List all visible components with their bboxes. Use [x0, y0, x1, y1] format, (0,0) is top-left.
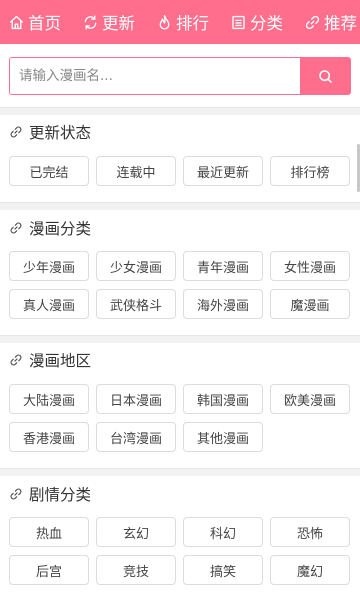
search-bar — [9, 57, 351, 95]
tag-list: 已完结 连载中 最近更新 排行榜 — [9, 156, 350, 186]
tag-item[interactable]: 少年漫画 — [9, 251, 89, 281]
divider — [0, 468, 360, 476]
link-icon — [10, 222, 22, 234]
tag-item[interactable]: 竞技 — [96, 555, 176, 585]
section-title: 更新状态 — [9, 121, 91, 143]
fire-icon — [159, 14, 170, 30]
tag-item[interactable]: 魔幻 — [270, 555, 350, 585]
category-page: 更新状态 已完结 连载中 最近更新 排行榜 漫画分类 少年漫画 少女漫画 青年漫… — [0, 44, 360, 600]
tag-recent[interactable]: 最近更新 — [183, 156, 263, 186]
top-nav: 首页 更新 排行 分类 推荐 — [0, 0, 360, 44]
tag-list: 大陆漫画 日本漫画 韩国漫画 欧美漫画 香港漫画 台湾漫画 其他漫画 — [9, 384, 350, 452]
nav-rank[interactable]: 排行 — [156, 10, 209, 34]
link-icon — [10, 354, 22, 366]
link-icon — [10, 126, 22, 138]
search-input[interactable] — [9, 57, 300, 95]
section-update-status: 更新状态 已完结 连载中 最近更新 排行榜 — [0, 115, 360, 203]
tag-ranking[interactable]: 排行榜 — [270, 156, 350, 186]
tag-list: 热血 玄幻 科幻 恐怖 后宫 竞技 搞笑 魔幻 — [9, 517, 350, 585]
nav-recommend[interactable]: 推荐 — [304, 10, 357, 34]
nav-home-label: 首页 — [28, 14, 61, 33]
link-icon — [305, 15, 320, 29]
nav-home[interactable]: 首页 — [8, 10, 61, 34]
divider — [0, 202, 360, 210]
tag-item[interactable]: 香港漫画 — [9, 422, 89, 452]
divider — [0, 107, 360, 115]
tag-item[interactable]: 青年漫画 — [183, 251, 263, 281]
search-button[interactable] — [300, 57, 351, 95]
link-icon — [10, 488, 22, 500]
tag-item[interactable]: 日本漫画 — [96, 384, 176, 414]
tag-item[interactable]: 欧美漫画 — [270, 384, 350, 414]
tag-item[interactable]: 科幻 — [183, 517, 263, 547]
nav-category-label: 分类 — [250, 14, 283, 33]
tag-item[interactable]: 韩国漫画 — [183, 384, 263, 414]
nav-rank-label: 排行 — [176, 14, 209, 33]
section-plot-category: 剧情分类 热血 玄幻 科幻 恐怖 后宫 竞技 搞笑 魔幻 — [0, 476, 360, 600]
tag-item[interactable]: 玄幻 — [96, 517, 176, 547]
tag-item[interactable]: 真人漫画 — [9, 289, 89, 319]
nav-update[interactable]: 更新 — [82, 10, 135, 34]
section-title: 漫画地区 — [9, 349, 91, 371]
section-title: 漫画分类 — [9, 217, 91, 239]
tag-item[interactable]: 少女漫画 — [96, 251, 176, 281]
tag-ongoing[interactable]: 连载中 — [96, 156, 176, 186]
section-comic-category: 漫画分类 少年漫画 少女漫画 青年漫画 女性漫画 真人漫画 武侠格斗 海外漫画 … — [0, 210, 360, 334]
tag-item[interactable]: 恐怖 — [270, 517, 350, 547]
section-title: 剧情分类 — [9, 483, 91, 505]
tag-item[interactable]: 魔漫画 — [270, 289, 350, 319]
tag-item[interactable]: 台湾漫画 — [96, 422, 176, 452]
tag-item[interactable]: 搞笑 — [183, 555, 263, 585]
search-icon — [319, 69, 332, 83]
divider — [0, 335, 360, 343]
tag-list: 少年漫画 少女漫画 青年漫画 女性漫画 真人漫画 武侠格斗 海外漫画 魔漫画 — [9, 251, 350, 319]
nav-update-label: 更新 — [102, 14, 135, 33]
tag-item[interactable]: 其他漫画 — [183, 422, 263, 452]
list-icon — [232, 15, 245, 29]
refresh-icon — [84, 14, 97, 30]
tag-completed[interactable]: 已完结 — [9, 156, 89, 186]
section-comic-region: 漫画地区 大陆漫画 日本漫画 韩国漫画 欧美漫画 香港漫画 台湾漫画 其他漫画 — [0, 343, 360, 467]
tag-item[interactable]: 武侠格斗 — [96, 289, 176, 319]
nav-category[interactable]: 分类 — [230, 10, 283, 34]
tag-item[interactable]: 后宫 — [9, 555, 89, 585]
tag-item[interactable]: 海外漫画 — [183, 289, 263, 319]
tag-item[interactable]: 大陆漫画 — [9, 384, 89, 414]
home-icon — [9, 15, 24, 29]
nav-recommend-label: 推荐 — [324, 14, 357, 33]
tag-item[interactable]: 女性漫画 — [270, 251, 350, 281]
tag-item[interactable]: 热血 — [9, 517, 89, 547]
